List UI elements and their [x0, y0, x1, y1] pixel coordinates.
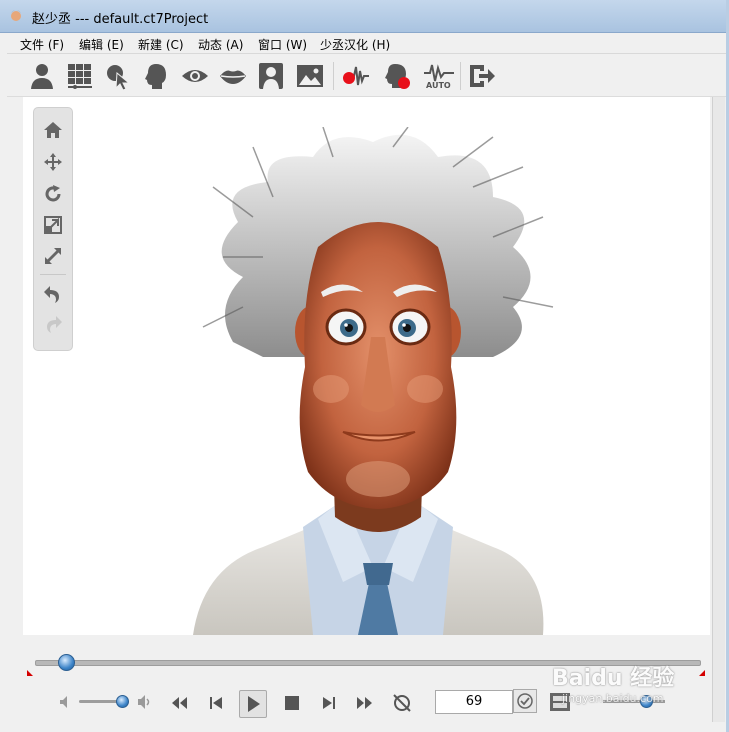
menu-window[interactable]: 窗口 (W): [258, 36, 307, 53]
app-window: 赵少丞 --- default.ct7Project 文件 (F) 编辑 (E)…: [0, 0, 729, 732]
zoom-button[interactable]: [43, 246, 63, 266]
zoom-icon: [45, 248, 61, 264]
menu-edit[interactable]: 编辑 (E): [79, 36, 124, 53]
toolbar-separator-2: [460, 62, 461, 90]
menu-file[interactable]: 文件 (F): [20, 36, 64, 53]
fit-button[interactable]: [43, 215, 63, 235]
vertical-scrollbar[interactable]: [712, 97, 725, 722]
fast-forward-button[interactable]: [351, 690, 377, 716]
eye-button[interactable]: [180, 61, 210, 91]
loop-toggle-button[interactable]: [389, 690, 415, 716]
lips-icon: [220, 70, 246, 84]
range-end-marker[interactable]: [699, 670, 705, 676]
export-icon: [470, 65, 495, 87]
volume-icon[interactable]: [137, 694, 153, 710]
watermark-brand: Baidu: [552, 666, 623, 691]
watermark-url: jingyan.baidu.com: [562, 692, 664, 705]
actor-button[interactable]: [27, 61, 57, 91]
character-render: [193, 127, 554, 635]
first-frame-icon: [210, 697, 222, 709]
menu-localization[interactable]: 少丞汉化 (H): [320, 36, 390, 53]
eye-icon: [182, 70, 208, 82]
lips-button[interactable]: [218, 61, 248, 91]
fit-icon: [44, 216, 62, 234]
home-button[interactable]: [43, 120, 63, 140]
view-toolbar: [33, 107, 73, 351]
grid-button[interactable]: [65, 61, 95, 91]
play-icon: [248, 696, 260, 712]
stop-button[interactable]: [279, 690, 305, 716]
toolbar-separator: [333, 62, 334, 90]
rotate-icon: [45, 185, 61, 202]
menu-animation[interactable]: 动态 (A): [198, 36, 243, 53]
view-toolbar-separator: [40, 274, 66, 275]
rewind-button[interactable]: [167, 690, 193, 716]
select-button[interactable]: [103, 61, 133, 91]
record-audio-icon: [343, 66, 369, 86]
last-frame-icon: [323, 697, 335, 709]
last-frame-button[interactable]: [316, 690, 342, 716]
window-title: 赵少丞 --- default.ct7Project: [32, 12, 209, 27]
redo-icon: [47, 316, 62, 333]
redo-button[interactable]: [43, 314, 63, 334]
auto-label: AUTO: [426, 81, 451, 90]
frame-number-field[interactable]: 69: [435, 690, 513, 714]
first-frame-button[interactable]: [203, 690, 229, 716]
actor-icon: [31, 64, 53, 89]
title-bar: 赵少丞 --- default.ct7Project: [0, 0, 726, 33]
record-face-button[interactable]: [382, 61, 412, 91]
move-icon: [44, 153, 62, 171]
image-button[interactable]: [295, 61, 325, 91]
app-icon: [11, 10, 21, 21]
portrait-button[interactable]: [256, 61, 286, 91]
stage-viewport[interactable]: [23, 97, 710, 635]
head-button[interactable]: [141, 61, 171, 91]
rewind-icon: [172, 697, 187, 709]
stop-icon: [285, 696, 299, 710]
loop-off-icon: [393, 694, 411, 712]
undo-icon: [44, 286, 59, 303]
frame-confirm-button[interactable]: [513, 689, 537, 713]
rotate-button[interactable]: [43, 184, 63, 204]
range-start-marker[interactable]: [27, 670, 33, 676]
play-button[interactable]: [239, 690, 267, 718]
timeline-playhead[interactable]: [57, 654, 75, 671]
volume-slider-thumb[interactable]: [115, 695, 129, 708]
home-icon: [44, 122, 62, 138]
record-audio-button[interactable]: [341, 61, 371, 91]
head-icon: [145, 64, 166, 89]
portrait-icon: [259, 63, 283, 89]
image-icon: [297, 65, 323, 87]
export-button[interactable]: [467, 61, 497, 91]
menu-bar: 文件 (F) 编辑 (E) 新建 (C) 动态 (A) 窗口 (W) 少丞汉化 …: [7, 33, 726, 54]
select-pointer-icon: [107, 65, 131, 91]
toolbar: AUTO: [7, 54, 726, 97]
record-face-icon: [385, 64, 410, 89]
baidu-watermark: Baidu 经验 jingyan.baidu.com: [552, 660, 692, 705]
auto-lipsync-button[interactable]: AUTO: [422, 61, 456, 91]
grid-icon: [68, 64, 92, 89]
undo-button[interactable]: [43, 284, 63, 304]
menu-new[interactable]: 新建 (C): [138, 36, 184, 53]
mute-icon[interactable]: [59, 695, 73, 709]
move-button[interactable]: [43, 152, 63, 172]
clock-check-icon: [517, 693, 533, 709]
fast-forward-icon: [357, 697, 372, 709]
